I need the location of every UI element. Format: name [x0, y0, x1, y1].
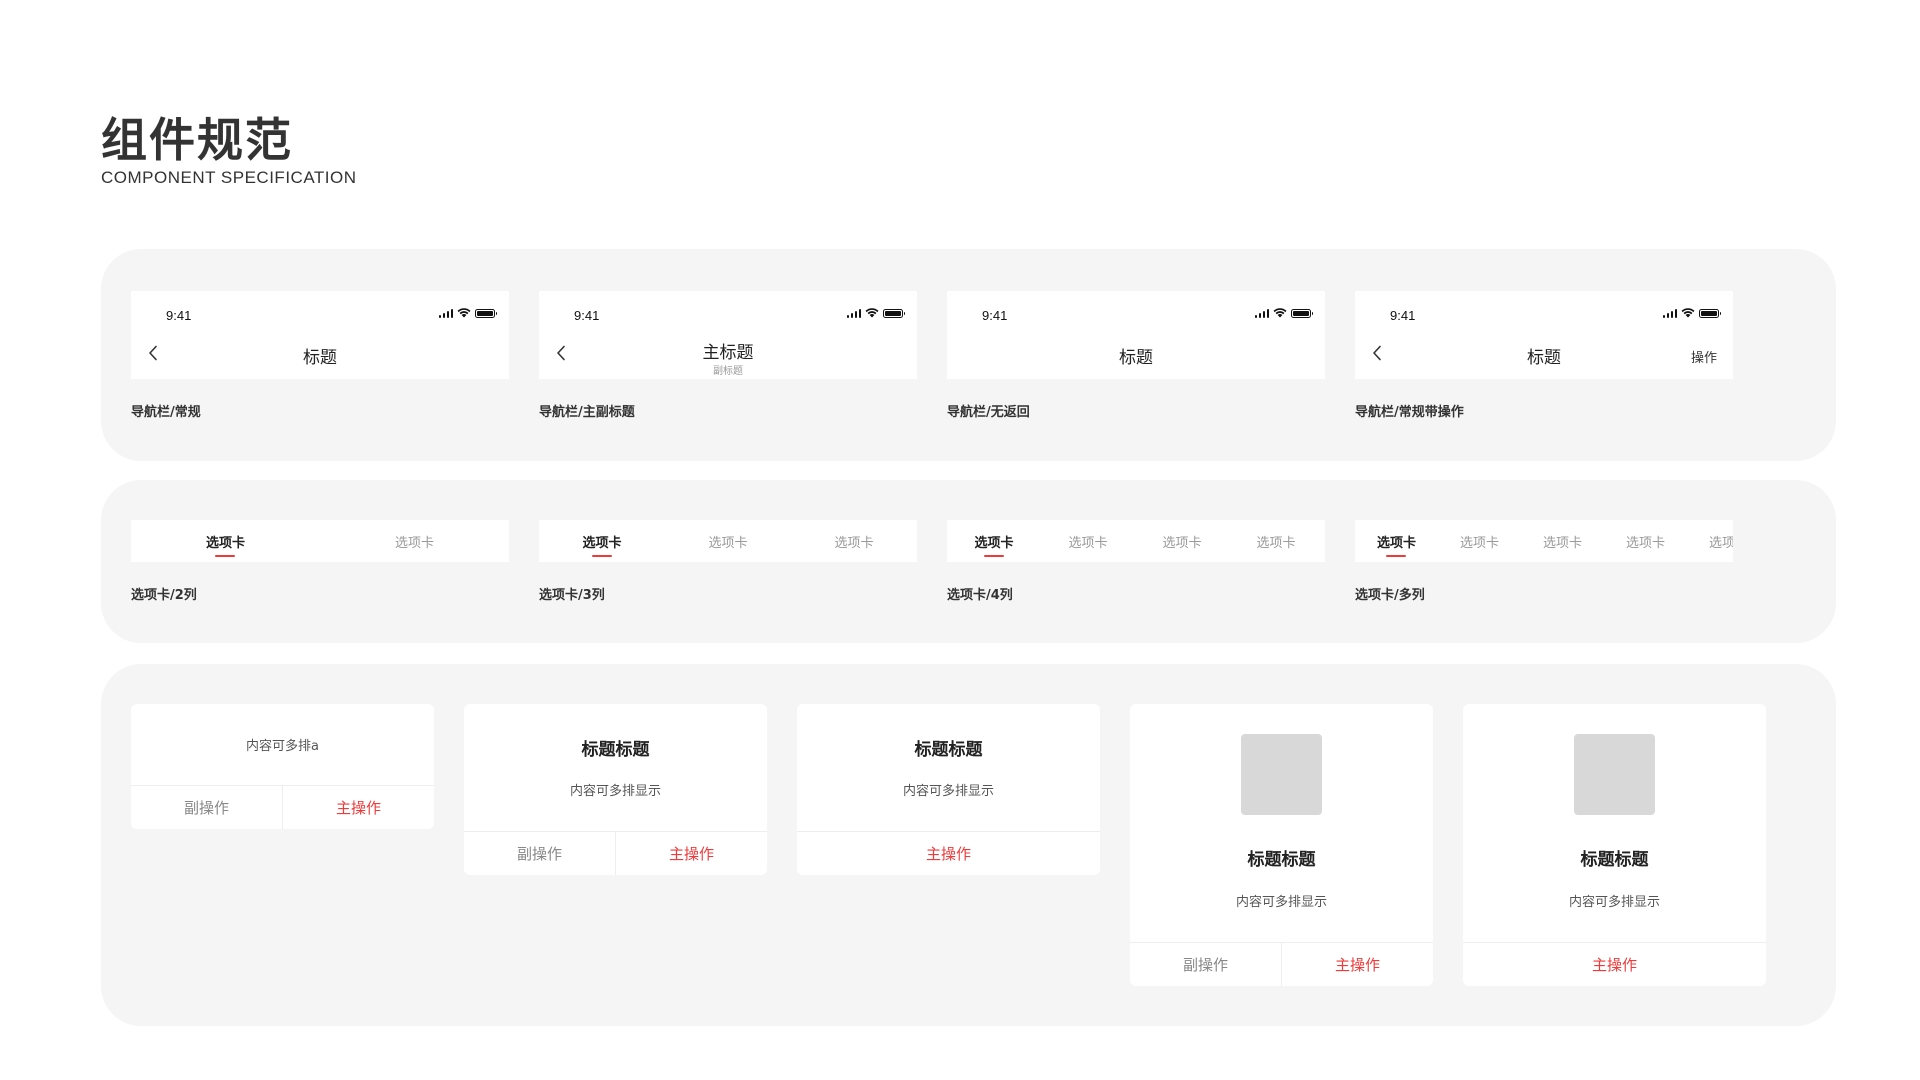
dialog-image-one-action: 标题标题 内容可多排显示 主操作	[1463, 704, 1766, 986]
tab-item[interactable]: 选项卡	[1229, 532, 1323, 551]
navbar-regular: 9:41 标题	[131, 291, 509, 379]
tab-item-active[interactable]: 选项卡	[947, 532, 1041, 551]
dialogs-spec-panel: 内容可多排a 副操作 主操作 标题标题 内容可多排显示 副操作 主操作 标题标题…	[101, 664, 1836, 1026]
signal-icon	[438, 308, 453, 318]
nav-sub-title: 副标题	[713, 366, 743, 377]
battery-icon	[1699, 308, 1721, 318]
nav-title: 标题	[303, 348, 337, 368]
wifi-icon	[1273, 308, 1287, 318]
status-time: 9:41	[982, 308, 1008, 323]
primary-action-button[interactable]: 主操作	[797, 832, 1100, 875]
dialog-title: 标题标题	[1580, 850, 1649, 870]
tabbar-4-col: 选项卡 选项卡 选项卡 选项卡	[947, 520, 1325, 562]
signal-icon	[1662, 308, 1677, 318]
tab-item[interactable]: 选项卡	[665, 532, 791, 551]
tab-item[interactable]: 选项卡	[320, 532, 509, 551]
status-icons	[1254, 308, 1313, 318]
status-time: 9:41	[574, 308, 600, 323]
dialog-content: 内容可多排显示	[902, 784, 994, 799]
tab-item[interactable]: 选项卡	[1604, 532, 1687, 551]
tabbar-multi-col: 选项卡 选项卡 选项卡 选项卡 选项卡	[1355, 520, 1733, 562]
dialog-title: 标题标题	[581, 740, 650, 760]
battery-icon	[1291, 308, 1313, 318]
nav-action-button[interactable]: 操作	[1691, 347, 1717, 366]
dialog-title: 标题标题	[914, 740, 983, 760]
status-time: 9:41	[166, 308, 192, 323]
status-icons	[438, 308, 497, 318]
image-placeholder	[1574, 734, 1655, 815]
tabbar-3-col: 选项卡 选项卡 选项卡	[539, 520, 917, 562]
secondary-action-button[interactable]: 副操作	[1130, 943, 1282, 986]
dialog-content: 内容可多排显示	[1568, 895, 1660, 910]
navbar-with-action: 9:41 标题 操作	[1355, 291, 1733, 379]
signal-icon	[846, 308, 861, 318]
wifi-icon	[865, 308, 879, 318]
dialog-actions: 副操作 主操作	[131, 785, 434, 829]
dialog-text-two-actions: 内容可多排a 副操作 主操作	[131, 704, 434, 829]
dialog-content: 内容可多排a	[246, 739, 319, 754]
navbar-caption: 导航栏/主副标题	[539, 405, 635, 420]
navbar-caption: 导航栏/常规	[131, 405, 201, 420]
wifi-icon	[457, 308, 471, 318]
tab-item[interactable]: 选项卡	[1438, 532, 1521, 551]
dialog-image-two-actions: 标题标题 内容可多排显示 副操作 主操作	[1130, 704, 1433, 986]
tab-item-active[interactable]: 选项卡	[539, 532, 665, 551]
tab-active-indicator	[592, 555, 612, 557]
dialog-actions: 主操作	[797, 831, 1100, 875]
tab-item[interactable]: 选项卡	[1521, 532, 1604, 551]
image-placeholder	[1241, 734, 1322, 815]
tab-item-active[interactable]: 选项卡	[131, 532, 320, 551]
dialog-actions: 副操作 主操作	[464, 831, 767, 875]
navbar-spec-panel: 9:41 标题 导航栏/常规 9:41 主标题 副标题 导航栏/主副标题 9:4…	[101, 249, 1836, 461]
tab-item[interactable]: 选项卡	[1687, 532, 1733, 551]
nav-title: 标题	[1119, 348, 1153, 368]
dialog-title-two-actions: 标题标题 内容可多排显示 副操作 主操作	[464, 704, 767, 875]
tabs-spec-panel: 选项卡 选项卡 选项卡/2列 选项卡 选项卡 选项卡 选项卡/3列 选项卡 选项…	[101, 480, 1836, 643]
secondary-action-button[interactable]: 副操作	[464, 832, 616, 875]
primary-action-button[interactable]: 主操作	[1282, 943, 1433, 986]
navbar-caption: 导航栏/无返回	[947, 405, 1030, 420]
navbar-caption: 导航栏/常规带操作	[1355, 405, 1464, 420]
tabbar-caption: 选项卡/2列	[131, 588, 197, 603]
wifi-icon	[1681, 308, 1695, 318]
tab-active-indicator	[1386, 555, 1406, 557]
page-subtitle: COMPONENT SPECIFICATION	[101, 168, 357, 187]
tabbar-caption: 选项卡/多列	[1355, 588, 1425, 603]
tab-item[interactable]: 选项卡	[1041, 532, 1135, 551]
nav-main-title: 主标题	[702, 343, 754, 363]
tab-active-indicator	[984, 555, 1004, 557]
nav-title: 标题	[1527, 348, 1561, 368]
page-title: 组件规范	[101, 113, 293, 167]
tab-item[interactable]: 选项卡	[791, 532, 917, 551]
tabbar-caption: 选项卡/3列	[539, 588, 605, 603]
tabbar-2-col: 选项卡 选项卡	[131, 520, 509, 562]
tab-active-indicator	[215, 555, 235, 557]
dialog-title-one-action: 标题标题 内容可多排显示 主操作	[797, 704, 1100, 875]
navbar-no-back: 9:41 标题	[947, 291, 1325, 379]
tabbar-caption: 选项卡/4列	[947, 588, 1013, 603]
dialog-title: 标题标题	[1247, 850, 1316, 870]
dialog-content: 内容可多排显示	[1235, 895, 1327, 910]
status-time: 9:41	[1390, 308, 1416, 323]
status-icons	[1662, 308, 1721, 318]
navbar-main-sub-title: 9:41 主标题 副标题	[539, 291, 917, 379]
battery-icon	[475, 308, 497, 318]
battery-icon	[883, 308, 905, 318]
tab-item-active[interactable]: 选项卡	[1355, 532, 1438, 551]
dialog-actions: 副操作 主操作	[1130, 942, 1433, 986]
primary-action-button[interactable]: 主操作	[1463, 943, 1766, 986]
status-icons	[846, 308, 905, 318]
secondary-action-button[interactable]: 副操作	[131, 786, 283, 829]
dialog-content: 内容可多排显示	[569, 784, 661, 799]
tab-item[interactable]: 选项卡	[1135, 532, 1229, 551]
dialog-actions: 主操作	[1463, 942, 1766, 986]
primary-action-button[interactable]: 主操作	[616, 832, 767, 875]
signal-icon	[1254, 308, 1269, 318]
primary-action-button[interactable]: 主操作	[283, 786, 434, 829]
